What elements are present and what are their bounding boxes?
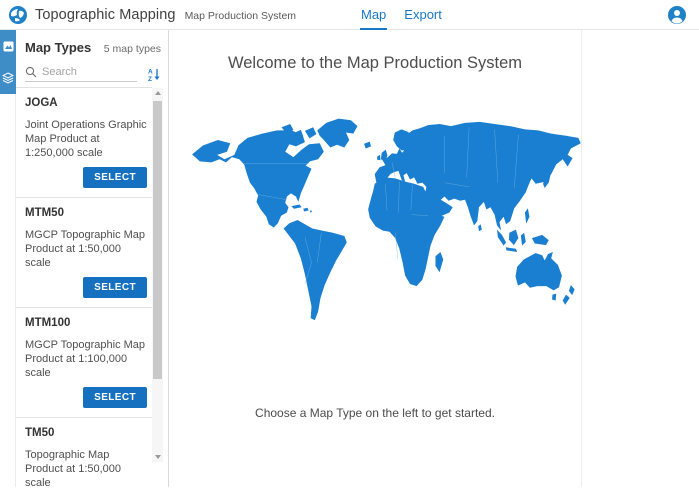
user-account-icon[interactable] [667, 5, 687, 25]
map-product-icon[interactable] [0, 30, 16, 62]
app-header: Topographic Mapping Map Production Syste… [0, 0, 699, 30]
map-types-panel: Map Types 5 map types A Z JOGA Joint Ope… [16, 30, 169, 487]
search-box [25, 66, 137, 82]
map-type-card: MTM100 MGCP Topographic Map Product at 1… [16, 308, 152, 418]
svg-text:Z: Z [148, 76, 152, 82]
map-type-card: JOGA Joint Operations Graphic Map Produc… [16, 88, 152, 198]
map-type-name: TM50 [25, 427, 147, 439]
welcome-heading: Welcome to the Map Production System [169, 54, 581, 73]
map-type-description: Topographic Map Product at 1:50,000 scal… [25, 448, 147, 490]
select-button[interactable]: SELECT [83, 167, 147, 188]
world-map [190, 116, 582, 324]
map-type-name: MTM100 [25, 317, 147, 329]
scroll-up-arrow[interactable] [152, 88, 163, 98]
app-title: Topographic Mapping [35, 7, 176, 23]
select-button[interactable]: SELECT [83, 277, 147, 298]
map-types-count: 5 map types [104, 43, 161, 55]
brand: Topographic Mapping Map Production Syste… [8, 0, 296, 30]
layers-icon[interactable] [0, 62, 16, 94]
search-input[interactable] [42, 66, 122, 78]
tab-export[interactable]: Export [403, 0, 443, 30]
map-type-card: TM50 Topographic Map Product at 1:50,000… [16, 418, 152, 492]
search-icon [25, 66, 37, 78]
map-type-description: MGCP Topographic Map Product at 1:100,00… [25, 338, 147, 380]
map-type-card: MTM50 MGCP Topographic Map Product at 1:… [16, 198, 152, 308]
map-type-description: MGCP Topographic Map Product at 1:50,000… [25, 228, 147, 270]
sidebar-scrollbar[interactable] [152, 88, 163, 462]
map-type-name: MTM50 [25, 207, 147, 219]
map-type-name: JOGA [25, 97, 147, 109]
instruction-text: Choose a Map Type on the left to get sta… [169, 406, 581, 420]
sort-az-icon[interactable]: A Z [147, 67, 161, 82]
map-type-list: JOGA Joint Operations Graphic Map Produc… [16, 87, 152, 492]
header-tabs: Map Export [360, 0, 443, 30]
globe-logo-icon [8, 5, 28, 25]
tab-map[interactable]: Map [360, 0, 387, 30]
scrollbar-thumb[interactable] [153, 101, 162, 379]
scroll-down-arrow[interactable] [152, 452, 163, 462]
svg-text:A: A [148, 68, 153, 75]
panel-title: Map Types [25, 40, 91, 55]
welcome-panel: Welcome to the Map Production System [169, 30, 582, 487]
action-bar [0, 30, 16, 487]
select-button[interactable]: SELECT [83, 387, 147, 408]
app-subtitle: Map Production System [185, 8, 296, 22]
map-type-description: Joint Operations Graphic Map Product at … [25, 118, 147, 160]
